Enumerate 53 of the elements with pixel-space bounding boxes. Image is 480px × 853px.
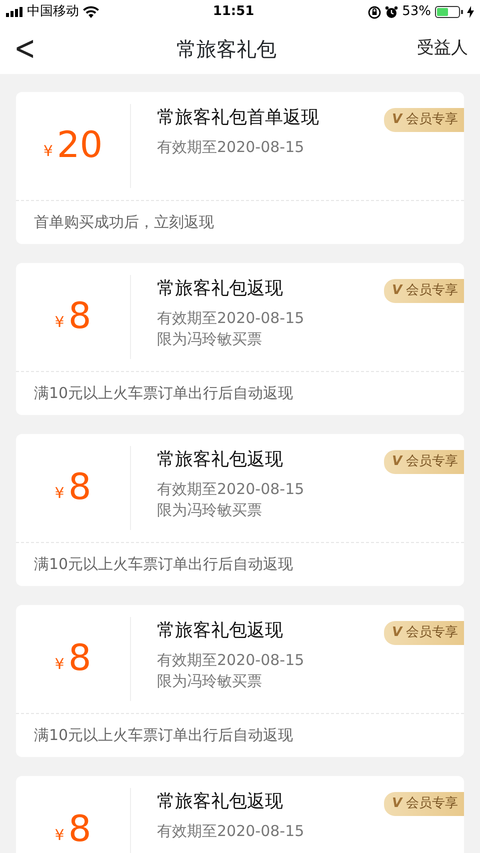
badge-label: 会员专享 [406,453,458,471]
cashback-condition: 满10元以上火车票订单出行后自动返现 [16,371,464,415]
coupon-card[interactable]: ¥8 常旅客礼包返现 V 会员专享 有效期至2020-08-15 限为冯玲敏买票 满10元以上火车票订单出行后自动返现 [16,263,464,415]
coupon-amount: 8 [68,641,92,677]
back-button[interactable]: < [14,32,36,66]
battery-icon [434,6,463,18]
badge-label: 会员专享 [406,795,458,813]
validity-date: 有效期至2020-08-15 [157,651,304,670]
passenger-restriction: 限为冯玲敏买票 [157,328,262,350]
wifi-icon [83,6,99,18]
alarm-icon [385,6,398,18]
currency-symbol: ¥ [54,312,64,333]
coupon-title: 常旅客礼包返现 [157,448,283,472]
passenger-restriction: 限为冯玲敏买票 [157,670,262,692]
coupon-card[interactable]: ¥8 常旅客礼包返现 V 会员专享 有效期至2020-08-15 [16,776,464,853]
battery-percent: 53% [402,3,431,22]
currency-symbol: ¥ [54,482,64,504]
currency-symbol: ¥ [54,654,64,675]
vip-mark: V [392,111,402,129]
page-title: 常旅客礼包 [176,36,276,63]
validity-date: 有效期至2020-08-15 [157,138,304,158]
coupon-card[interactable]: ¥8 常旅客礼包返现 V 会员专享 有效期至2020-08-15 限为冯玲敏买票 满10元以上火车票订单出行后自动返现 [16,434,464,586]
coupon-title: 常旅客礼包返现 [157,790,283,814]
signal-icon [6,7,23,17]
vip-mark: V [392,624,402,642]
validity-date: 有效期至2020-08-15 [157,309,304,328]
coupon-card[interactable]: ¥8 常旅客礼包返现 V 会员专享 有效期至2020-08-15 限为冯玲敏买票 满10元以上火车票订单出行后自动返现 [16,605,464,757]
carrier-name: 中国移动 [27,3,79,22]
validity-date: 有效期至2020-08-15 [157,480,304,500]
validity-date: 有效期至2020-08-15 [157,822,304,842]
coupon-amount: 8 [68,470,92,506]
coupon-amount: 20 [56,128,103,164]
coupon-amount: 8 [68,299,92,335]
currency-symbol: ¥ [43,140,53,162]
coupon-title: 常旅客礼包返现 [157,619,283,642]
vip-mark: V [392,795,402,813]
badge-label: 会员专享 [406,624,458,642]
coupon-title: 常旅客礼包首单返现 [157,106,319,130]
coupon-amount: 8 [68,812,92,848]
cashback-condition: 满10元以上火车票订单出行后自动返现 [16,713,464,757]
rotation-lock-icon [368,6,382,18]
badge-label: 会员专享 [406,111,458,129]
coupon-card[interactable]: ¥20 常旅客礼包首单返现 V 会员专享 有效期至2020-08-15 首单购买成功后，立刻返现 [16,92,464,244]
currency-symbol: ¥ [54,824,64,846]
cashback-condition: 首单购买成功后，立刻返现 [16,200,464,244]
cashback-condition: 满10元以上火车票订单出行后自动返现 [16,542,464,586]
coupon-title: 常旅客礼包返现 [157,277,283,300]
beneficiary-link[interactable]: 受益人 [416,36,468,62]
badge-label: 会员专享 [406,282,458,300]
vip-mark: V [392,282,402,300]
passenger-restriction: 限为冯玲敏买票 [157,500,262,520]
clock-time: 11:51 [212,3,254,22]
vip-mark: V [392,453,402,471]
